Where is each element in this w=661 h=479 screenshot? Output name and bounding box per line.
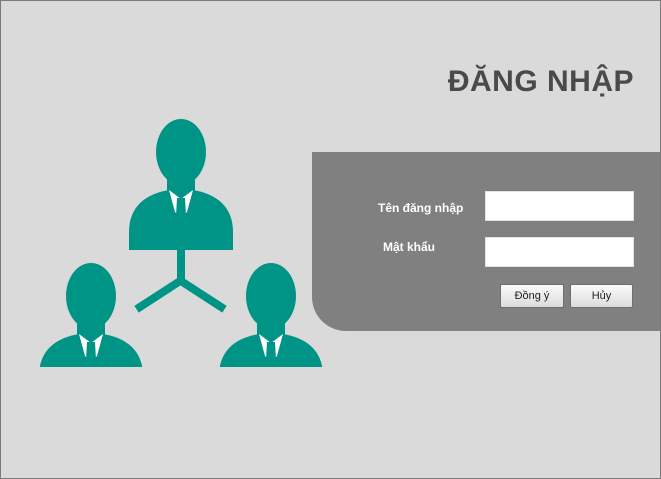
- login-panel: Tên đăng nhập Mật khẩu Đồng ý Hủy: [312, 152, 660, 331]
- cancel-button[interactable]: Hủy: [570, 284, 633, 308]
- username-label: Tên đăng nhập: [378, 201, 464, 215]
- password-input[interactable]: [485, 237, 634, 267]
- login-window: ĐĂNG NHẬP Tên đăng nhập Mật khẩu Đồng ý …: [0, 0, 661, 479]
- username-input[interactable]: [485, 191, 634, 221]
- page-title: ĐĂNG NHẬP: [447, 65, 634, 98]
- password-label: Mật khẩu: [383, 240, 436, 254]
- ok-button[interactable]: Đồng ý: [500, 284, 564, 308]
- users-network-icon: [39, 119, 323, 367]
